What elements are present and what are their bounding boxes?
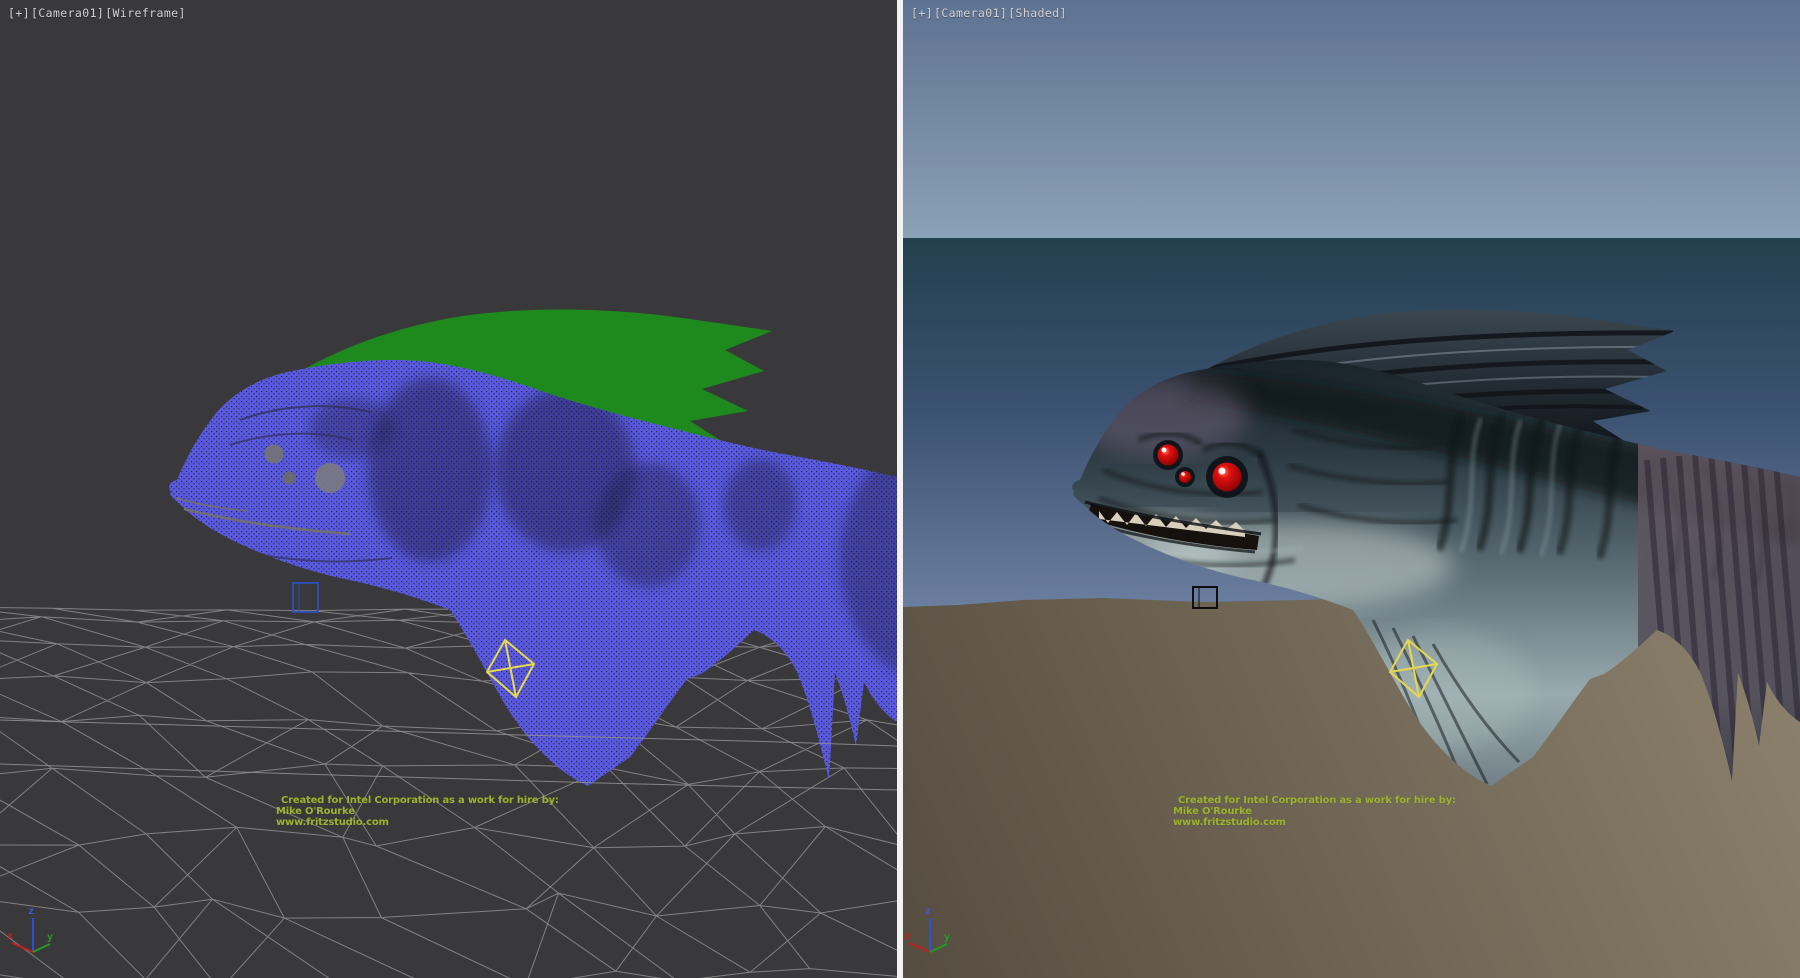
wireframe-scene-canvas: z x y [0,0,897,978]
fish-eye-spot-stippled [315,463,345,493]
attribution-line: Created for Intel Corporation as a work … [281,795,559,806]
viewport-right-shaded[interactable]: [+][Camera01][Shaded] Created for Intel … [903,0,1800,978]
attribution-decal-left: Created for Intel Corporation as a work … [276,795,559,828]
viewport-menu-shading-right[interactable]: [Shaded] [1008,6,1067,20]
fish-model-wireframe[interactable] [169,360,897,786]
max-viewport-area: z x y [0,0,1800,978]
sky-background [903,0,1800,240]
fish-eye-small [1158,445,1179,466]
terrain-grid-wireframe [0,607,897,978]
fish-eye-tiny [1179,471,1191,483]
viewport-menu-general-left[interactable]: [+] [8,6,30,20]
dummy-box-helper-wireframe[interactable] [293,583,318,612]
attribution-line: Created for Intel Corporation as a work … [1178,795,1456,806]
world-axis-tripod-left [7,906,53,952]
viewport-label-left: [+][Camera01][Wireframe] [8,6,187,20]
viewport-menu-general-right[interactable]: [+] [911,6,933,20]
attribution-decal-right: Created for Intel Corporation as a work … [1173,795,1456,828]
viewport-label-right: [+][Camera01][Shaded] [911,6,1068,20]
attribution-line: www.fritzstudio.com [1173,817,1456,828]
fish-eye-spot-large [265,445,284,464]
attribution-line: Mike O'Rourke [1173,806,1456,817]
fish-eye-large [1213,463,1242,492]
sand-ground [903,589,1800,978]
shaded-scene-canvas [903,0,1800,978]
fish-eye-spot-small [283,472,296,485]
viewport-left-wireframe[interactable]: z x y [0,0,897,978]
terrain-grid-foreground-lines [0,720,897,790]
viewport-menu-camera-right[interactable]: [Camera01] [934,6,1007,20]
attribution-line: www.fritzstudio.com [276,817,559,828]
viewport-menu-camera-left[interactable]: [Camera01] [31,6,104,20]
attribution-line: Mike O'Rourke [276,806,559,817]
viewport-menu-shading-left[interactable]: [Wireframe] [105,6,186,20]
